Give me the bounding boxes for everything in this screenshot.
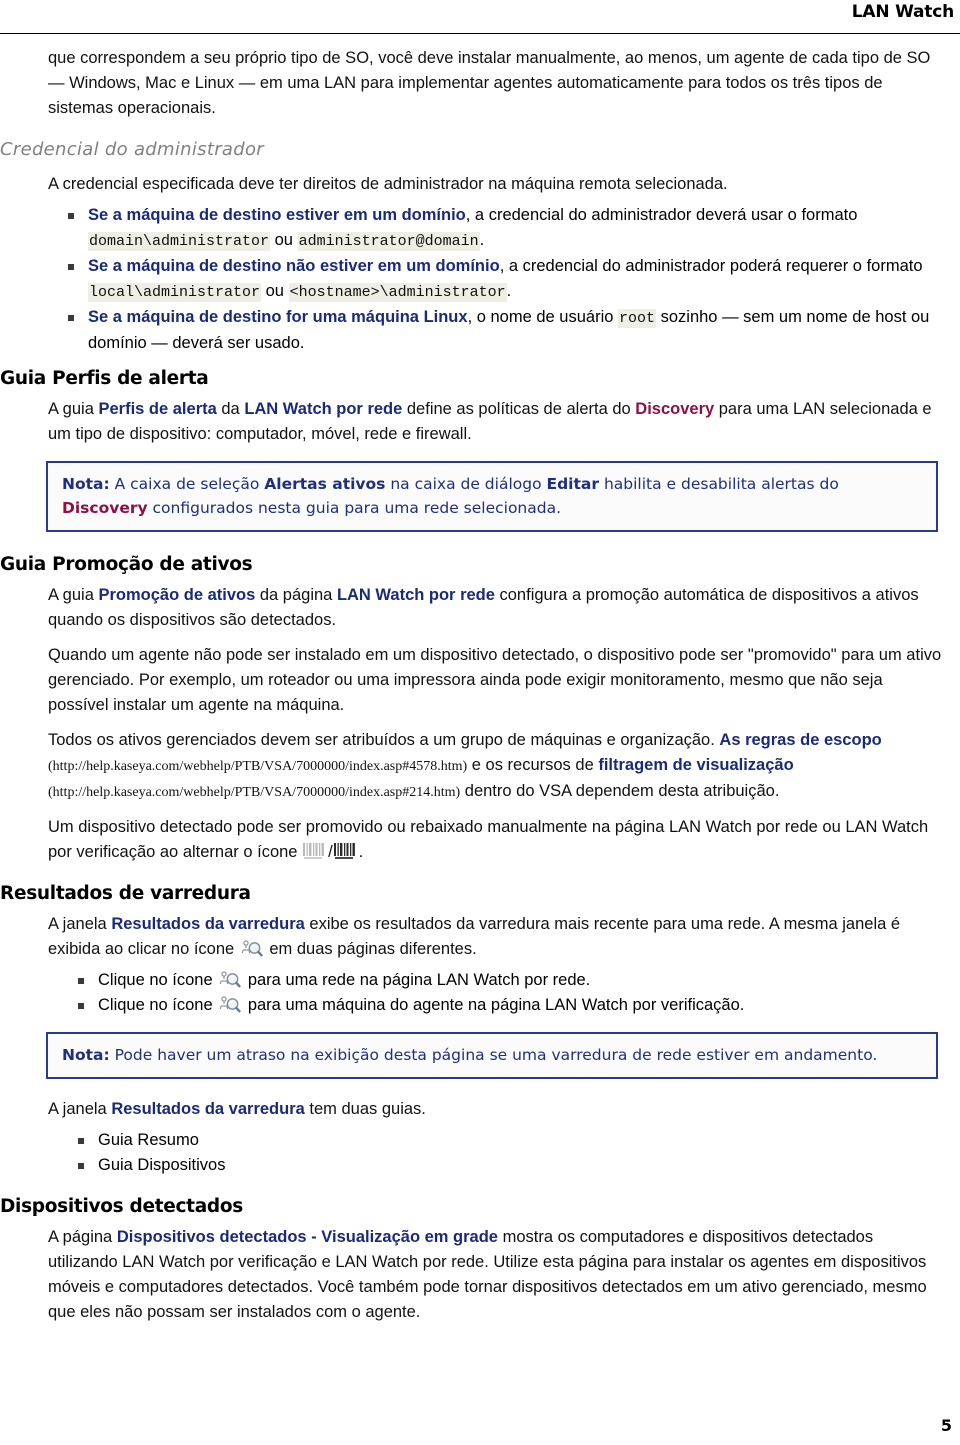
text-fragment: para uma rede na página LAN Watch por re… xyxy=(243,971,591,989)
list-item: Clique no ícone para uma rede na página … xyxy=(72,968,942,993)
inline-link-resultados-da-varredura[interactable]: Resultados da varredura xyxy=(111,915,305,933)
text-fragment: A guia xyxy=(48,586,99,604)
text-fragment: A guia xyxy=(48,400,99,418)
header-title: LAN Watch xyxy=(851,2,954,22)
asset-promotion-paragraph-1: A guia Promoção de ativos da página LAN … xyxy=(48,583,942,633)
bullet-text-b: ou xyxy=(270,231,298,249)
barcode-inactive-icon xyxy=(302,843,328,860)
note-bold-discovery: Discovery xyxy=(62,499,148,517)
text-fragment: . xyxy=(358,843,364,861)
inline-link-resultados-da-varredura[interactable]: Resultados da varredura xyxy=(111,1100,305,1118)
inline-link-lan-watch-por-rede[interactable]: LAN Watch por rede xyxy=(337,586,495,604)
code-span: <hostname>\administrator xyxy=(288,283,507,302)
text-fragment: A janela xyxy=(48,1100,112,1118)
document-page: LAN Watch que correspondem a seu próprio… xyxy=(0,0,960,1445)
list-item: Guia Dispositivos xyxy=(72,1153,942,1178)
bullet-bold-lead: Se a máquina de destino for uma máquina … xyxy=(88,308,468,326)
text-fragment: dentro do VSA dependem desta atribuição. xyxy=(460,782,780,800)
note-text: Pode haver um atraso na exibição desta p… xyxy=(109,1046,878,1064)
text-fragment: define as políticas de alerta do xyxy=(402,400,636,418)
note-box-varredura-andamento: Nota: Pode haver um atraso na exibição d… xyxy=(46,1032,938,1079)
scan-results-tabs-list: Guia Resumo Guia Dispositivos xyxy=(72,1128,942,1178)
barcode-active-icon xyxy=(333,843,359,860)
scan-results-tabs-intro: A janela Resultados da varredura tem dua… xyxy=(48,1097,942,1122)
bullet-text: , a credencial do administrador deverá u… xyxy=(465,206,858,224)
bullet-text: , a credencial do administrador poderá r… xyxy=(499,257,923,275)
asset-promotion-paragraph-3: Todos os ativos gerenciados devem ser at… xyxy=(48,728,942,805)
text-fragment: A página xyxy=(48,1228,117,1246)
heading-dispositivos-detectados: Dispositivos detectados xyxy=(0,1196,243,1217)
code-span: domain\administrator xyxy=(88,232,271,251)
credential-bullet-list: Se a máquina de destino estiver em um do… xyxy=(62,203,942,356)
inline-link-dispositivos-detectados-grade[interactable]: Dispositivos detectados - Visualização e… xyxy=(117,1228,498,1246)
text-fragment: Clique no ícone xyxy=(98,971,218,989)
page-header: LAN Watch xyxy=(0,2,960,22)
note-box-alertas-ativos: Nota: A caixa de seleção Alertas ativos … xyxy=(46,461,938,532)
bullet-bold-lead: Se a máquina de destino estiver em um do… xyxy=(88,206,466,224)
code-span: local\administrator xyxy=(88,283,262,302)
header-divider xyxy=(0,33,960,34)
scan-results-bullet-list: Clique no ícone para uma rede na página … xyxy=(72,968,942,1018)
scan-results-paragraph: A janela Resultados da varredura exibe o… xyxy=(48,912,942,962)
note-text: na caixa de diálogo xyxy=(385,475,547,493)
text-fragment: para uma máquina do agente na página LAN… xyxy=(243,996,745,1014)
note-text: habilita e desabilita alertas do xyxy=(599,475,839,493)
list-item: Guia Resumo xyxy=(72,1128,942,1153)
page-number: 5 xyxy=(940,1416,952,1435)
note-label: Nota: xyxy=(62,475,110,493)
note-bold-alertas-ativos: Alertas ativos xyxy=(264,475,386,493)
list-item: Clique no ícone para uma máquina do agen… xyxy=(72,993,942,1018)
scan-results-icon xyxy=(241,939,263,958)
bullet-text: , o nome de usuário xyxy=(467,308,619,326)
asset-promotion-paragraph-2: Quando um agente não pode ser instalado … xyxy=(48,646,942,714)
text-fragment: e os recursos de xyxy=(467,756,599,774)
credential-lead-paragraph: A credencial especificada deve ter direi… xyxy=(48,175,728,193)
link-url-scope-rules: (http://help.kaseya.com/webhelp/PTB/VSA/… xyxy=(48,759,468,774)
asset-promotion-paragraph-4: Um dispositivo detectado pode ser promov… xyxy=(48,815,942,865)
scan-results-icon[interactable] xyxy=(219,995,241,1014)
text-fragment: A janela xyxy=(48,915,112,933)
alert-profiles-paragraph: A guia Perfis de alerta da LAN Watch por… xyxy=(48,397,942,447)
text-fragment: tem duas guias. xyxy=(304,1100,426,1118)
bullet-text-b: ou xyxy=(261,282,289,300)
link-url-view-filtering: (http://help.kaseya.com/webhelp/PTB/VSA/… xyxy=(48,785,461,800)
inline-link-lan-watch-por-rede[interactable]: LAN Watch por rede xyxy=(244,400,402,418)
code-span: administrator@domain xyxy=(297,232,480,251)
inline-link-as-regras-de-escopo[interactable]: As regras de escopo xyxy=(719,731,881,749)
bullet-text-c: . xyxy=(479,231,485,249)
heading-resultados-de-varredura: Resultados de varredura xyxy=(0,883,251,904)
scan-results-icon[interactable] xyxy=(219,970,241,989)
inline-link-promocao-de-ativos[interactable]: Promoção de ativos xyxy=(98,586,255,604)
heading-credencial-do-administrador: Credencial do administrador xyxy=(0,139,264,160)
note-bold-editar: Editar xyxy=(546,475,600,493)
bullet-bold-lead: Se a máquina de destino não estiver em u… xyxy=(88,257,500,275)
text-fragment: Um dispositivo detectado pode ser promov… xyxy=(48,818,929,861)
inline-link-filtragem-de-visualizacao[interactable]: filtragem de visualização xyxy=(598,756,793,774)
text-fragment: Clique no ícone xyxy=(98,996,218,1014)
note-label: Nota: xyxy=(62,1046,110,1064)
bullet-text-c: . xyxy=(506,282,512,300)
list-item: Se a máquina de destino estiver em um do… xyxy=(62,203,942,254)
list-item: Se a máquina de destino for uma máquina … xyxy=(62,305,942,356)
inline-link-perfis-de-alerta[interactable]: Perfis de alerta xyxy=(98,400,216,418)
list-item: Se a máquina de destino não estiver em u… xyxy=(62,254,942,305)
text-fragment: Todos os ativos gerenciados devem ser at… xyxy=(48,731,720,749)
text-fragment: da xyxy=(216,400,245,418)
page-content: que correspondem a seu próprio tipo de S… xyxy=(0,46,960,1325)
code-span: root xyxy=(618,309,657,328)
text-fragment: da página xyxy=(255,586,337,604)
heading-guia-perfis-de-alerta: Guia Perfis de alerta xyxy=(0,368,209,389)
intro-paragraph: que correspondem a seu próprio tipo de S… xyxy=(48,49,931,117)
note-text: configurados nesta guia para uma rede se… xyxy=(147,499,562,517)
text-fragment: em duas páginas diferentes. xyxy=(264,940,477,958)
detected-devices-paragraph: A página Dispositivos detectados - Visua… xyxy=(48,1225,942,1325)
heading-guia-promocao-de-ativos: Guia Promoção de ativos xyxy=(0,554,253,575)
inline-link-discovery[interactable]: Discovery xyxy=(635,400,714,418)
note-text: A caixa de seleção xyxy=(109,475,265,493)
